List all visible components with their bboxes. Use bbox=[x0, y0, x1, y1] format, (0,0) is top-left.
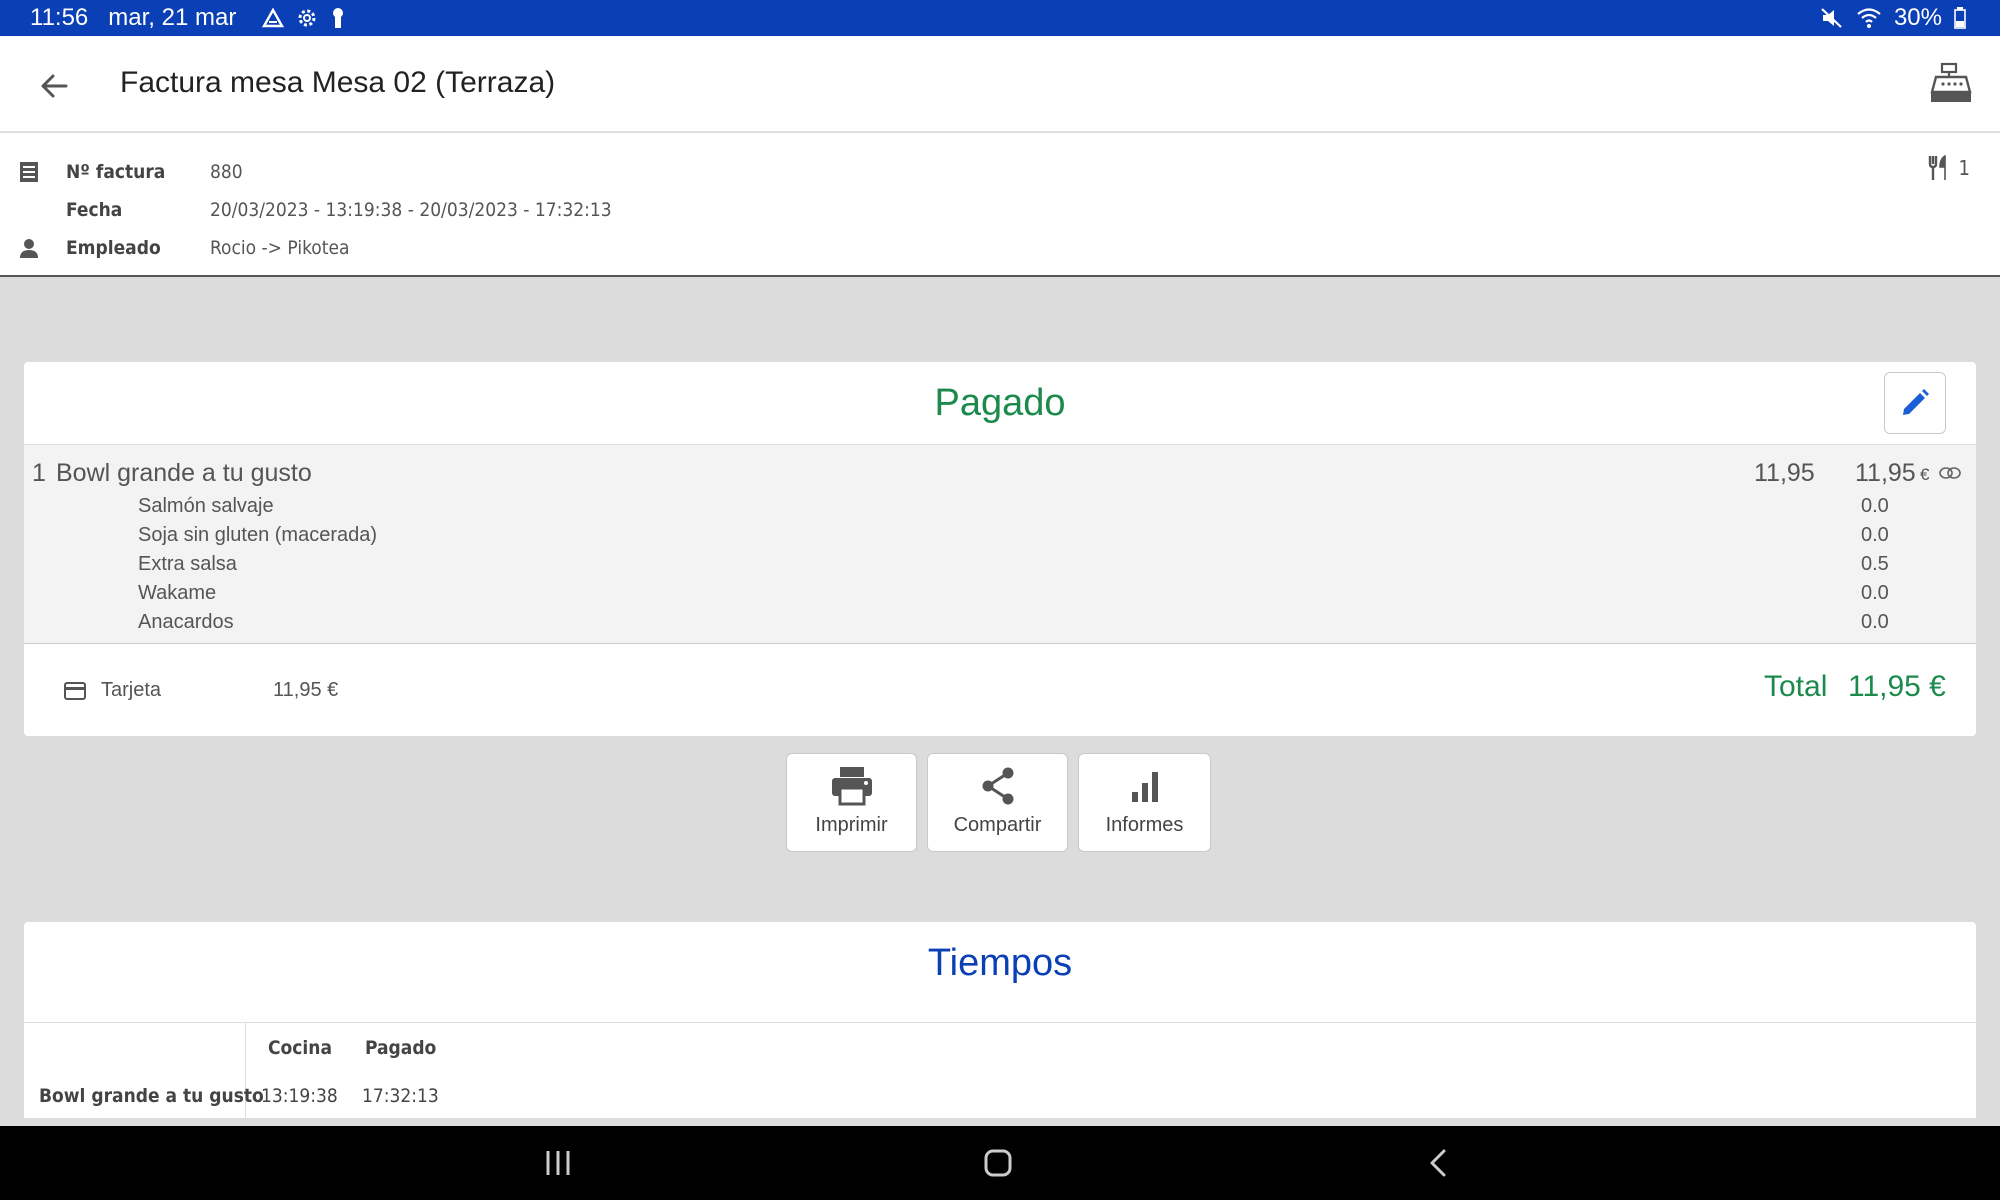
print-label: Imprimir bbox=[815, 814, 888, 836]
times-header-paid: Pagado bbox=[365, 1037, 437, 1059]
times-title: Tiempos bbox=[927, 942, 1073, 984]
status-bar: 11:56 mar, 21 mar 30% bbox=[0, 0, 2000, 36]
receipt-icon bbox=[20, 162, 38, 182]
invoice-date-label: Fecha bbox=[66, 199, 123, 221]
invoice-date-value: 20/03/2023 - 13:19:38 - 20/03/2023 - 17:… bbox=[210, 199, 612, 221]
total-label: Total bbox=[1764, 670, 1828, 703]
print-button[interactable]: Imprimir bbox=[786, 753, 917, 852]
modifier-price: 0.0 bbox=[1861, 524, 1889, 546]
share-label: Compartir bbox=[953, 814, 1042, 836]
battery-icon bbox=[1954, 7, 1966, 29]
line-quantity: 1 bbox=[32, 459, 46, 487]
line-unit-price: 11,95 bbox=[1754, 459, 1815, 487]
modifier-name: Salmón salvaje bbox=[138, 495, 274, 517]
coins-icon bbox=[1939, 467, 1961, 479]
times-row-kitchen: 13:19:38 bbox=[261, 1085, 338, 1107]
times-card: Tiempos Cocina Pagado Bowl grande a tu g… bbox=[24, 922, 1976, 1119]
reports-label: Informes bbox=[1105, 814, 1184, 836]
share-icon bbox=[982, 767, 1013, 805]
status-time: 11:56 bbox=[30, 4, 89, 31]
modifier-name: Anacardos bbox=[138, 611, 234, 633]
invoice-employee-label: Empleado bbox=[66, 237, 161, 259]
home-icon[interactable] bbox=[978, 1143, 1018, 1183]
times-row-paid: 17:32:13 bbox=[362, 1085, 439, 1107]
bar-chart-icon bbox=[1131, 772, 1158, 802]
action-buttons: Imprimir Compartir Informes bbox=[786, 753, 1211, 852]
invoice-employee-value: Rocio -> Pikotea bbox=[210, 237, 350, 259]
times-table: Cocina Pagado Bowl grande a tu gusto 13:… bbox=[24, 1022, 1976, 1119]
wifi-icon bbox=[1857, 8, 1881, 28]
invoice-info-panel: Nº factura 880 Fecha 20/03/2023 - 13:19:… bbox=[0, 133, 2000, 277]
line-currency: € bbox=[1920, 465, 1930, 484]
reports-button[interactable]: Informes bbox=[1078, 753, 1211, 852]
person-icon bbox=[20, 239, 38, 258]
modifier-name: Extra salsa bbox=[138, 553, 237, 575]
printer-icon bbox=[831, 767, 872, 806]
times-header-kitchen: Cocina bbox=[268, 1037, 332, 1059]
back-arrow-icon[interactable] bbox=[34, 66, 74, 106]
covers-indicator: 1 bbox=[1927, 155, 1970, 181]
payments-row: Tarjeta 11,95 € Total 11,95 € bbox=[24, 646, 1976, 736]
paid-title: Pagado bbox=[934, 382, 1066, 424]
edit-button[interactable] bbox=[1884, 372, 1946, 434]
cash-register-icon[interactable] bbox=[1928, 60, 1974, 106]
settings-icon bbox=[298, 9, 316, 27]
covers-count: 1 bbox=[1958, 156, 1970, 180]
page-title: Factura mesa Mesa 02 (Terraza) bbox=[120, 66, 556, 99]
app-bar: Factura mesa Mesa 02 (Terraza) bbox=[0, 36, 2000, 132]
pencil-icon bbox=[1903, 389, 1929, 415]
modifier-name: Wakame bbox=[138, 582, 217, 604]
modifier-price: 0.0 bbox=[1861, 495, 1889, 517]
order-lines: 1 Bowl grande a tu gusto 11,95 11,95 € S… bbox=[24, 444, 1976, 644]
system-back-icon[interactable] bbox=[1418, 1143, 1458, 1183]
recent-apps-icon[interactable] bbox=[538, 1143, 578, 1183]
payment-method: Tarjeta bbox=[101, 679, 162, 701]
modifier-price: 0.5 bbox=[1861, 553, 1889, 575]
modifier-name: Soja sin gluten (macerada) bbox=[138, 524, 378, 546]
modifier-price: 0.0 bbox=[1861, 582, 1889, 604]
drive-icon bbox=[262, 8, 285, 28]
navigation-bar bbox=[0, 1126, 2000, 1200]
credit-card-icon bbox=[64, 682, 86, 700]
modifier-price: 0.0 bbox=[1861, 611, 1889, 633]
invoice-number-value: 880 bbox=[210, 161, 243, 183]
share-button[interactable]: Compartir bbox=[927, 753, 1068, 852]
line-total: 11,95 bbox=[1855, 459, 1916, 487]
paid-card: Pagado 1 Bowl grande a tu gusto 11,95 11… bbox=[24, 362, 1976, 736]
invoice-number-label: Nº factura bbox=[66, 161, 166, 183]
keyhole-icon bbox=[333, 8, 344, 28]
mute-icon bbox=[1821, 8, 1842, 28]
status-date: mar, 21 mar bbox=[108, 4, 237, 31]
battery-percent: 30% bbox=[1893, 4, 1942, 31]
times-row-name: Bowl grande a tu gusto bbox=[39, 1085, 264, 1107]
cutlery-icon bbox=[1928, 155, 1946, 180]
payment-amount: 11,95 € bbox=[273, 679, 339, 701]
line-product-name: Bowl grande a tu gusto bbox=[56, 459, 312, 487]
total-value: 11,95 € bbox=[1848, 670, 1946, 703]
